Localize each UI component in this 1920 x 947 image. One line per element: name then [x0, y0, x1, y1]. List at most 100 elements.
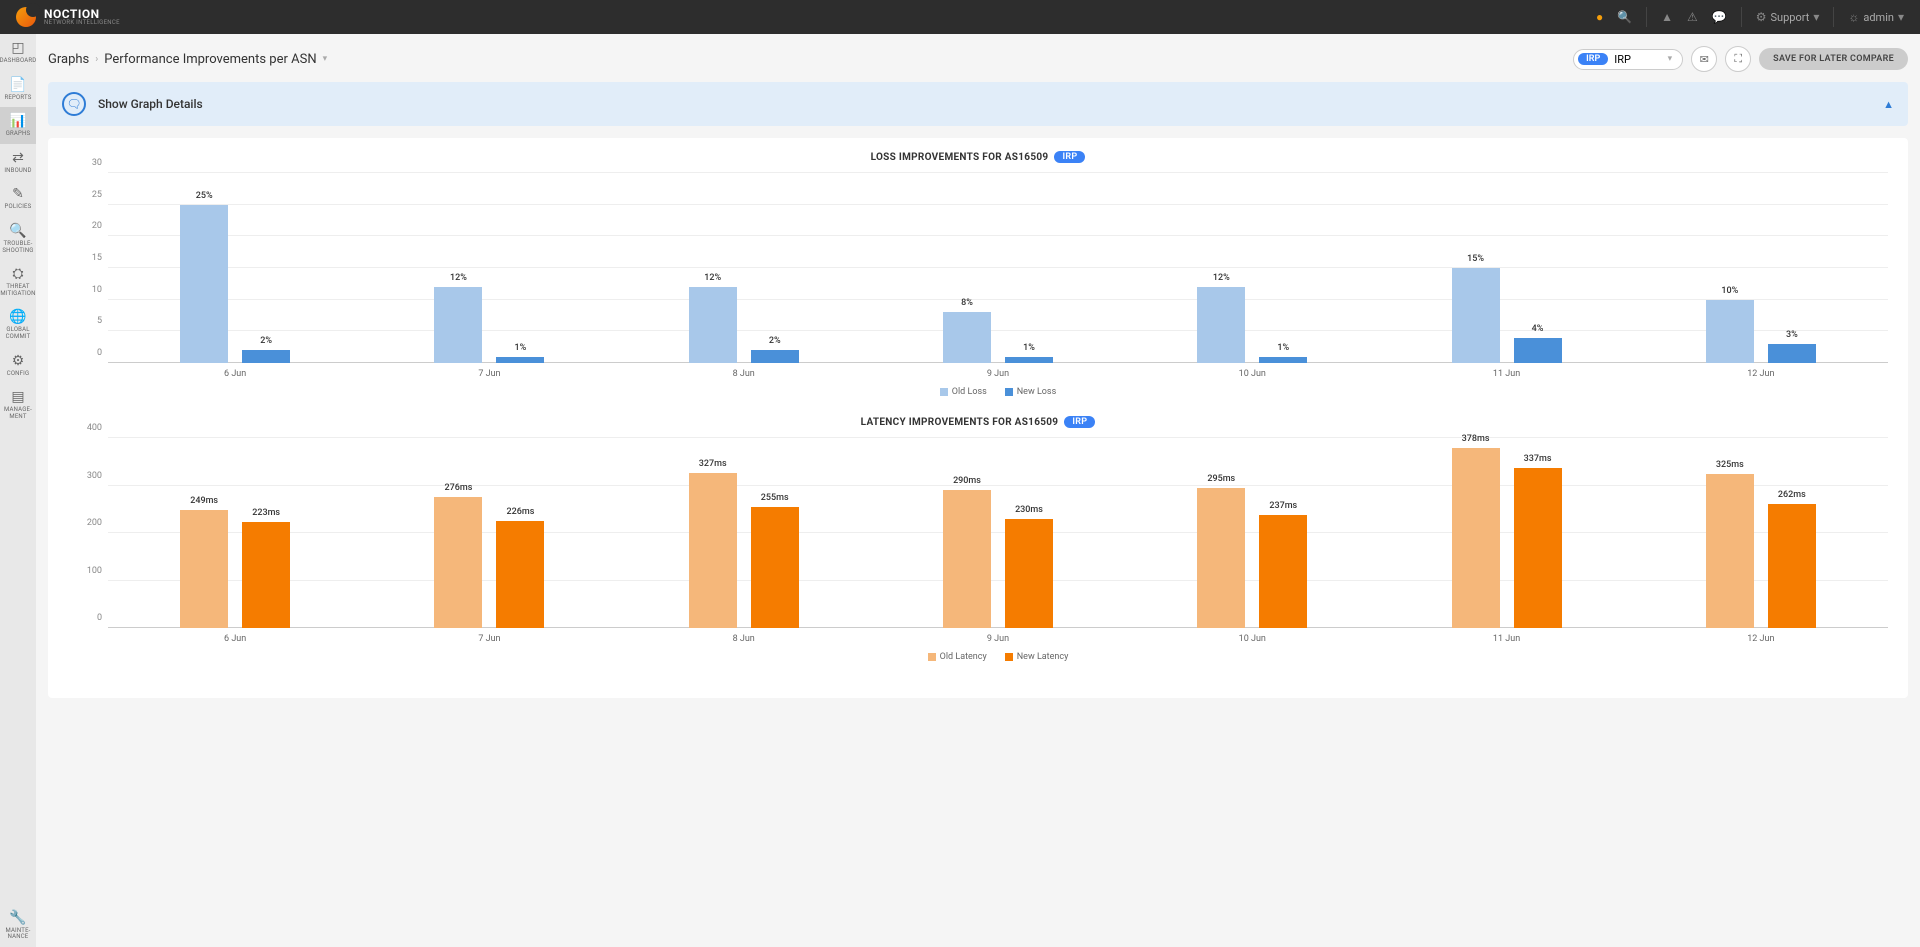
y-tick: 0	[97, 613, 102, 623]
sidebar-item-maintenance[interactable]: 🔧MAINTE- NANCE	[0, 904, 36, 947]
legend-item: Old Latency	[928, 652, 987, 662]
crumb-root[interactable]: Graphs	[48, 52, 89, 67]
chevron-down-icon[interactable]: ▾	[323, 54, 328, 64]
bar-group: 12%1%	[362, 173, 616, 363]
chevron-right-icon: ›	[95, 54, 98, 65]
x-label: 8 Jun	[617, 634, 871, 644]
bar-value-label: 249ms	[190, 496, 218, 506]
support-menu[interactable]: ⚙ Support ▾	[1756, 10, 1820, 24]
sidebar-item-graphs[interactable]: 📊GRAPHS	[0, 107, 36, 144]
irp-selector[interactable]: IRP IRP ▾	[1573, 49, 1683, 70]
chart-title: LOSS IMPROVEMENTS FOR AS16509IRP	[68, 152, 1888, 163]
legend-label: New Latency	[1017, 652, 1069, 662]
logo-block: NOCTION NETWORK INTELLIGENCE	[16, 7, 120, 27]
alert-icon-1[interactable]: ▲	[1661, 10, 1673, 24]
mail-button[interactable]: ✉	[1691, 46, 1717, 72]
y-tick: 400	[87, 423, 102, 433]
bar-value-label: 1%	[1023, 343, 1035, 353]
sidebar-item-dashboard[interactable]: ◰DASHBOARD	[0, 34, 36, 71]
y-tick: 100	[87, 566, 102, 576]
bar-group: 295ms237ms	[1125, 438, 1379, 628]
bar-group: 12% 1%	[1125, 173, 1379, 363]
bar-value-label: 325ms	[1716, 460, 1744, 470]
charts-card: LOSS IMPROVEMENTS FOR AS16509IRP05101520…	[48, 138, 1908, 698]
x-label: 11 Jun	[1379, 634, 1633, 644]
y-tick: 30	[92, 158, 102, 168]
chat-icon[interactable]: 💬	[1712, 10, 1727, 24]
bell-icon[interactable]: ●	[1596, 10, 1603, 24]
chevron-up-icon[interactable]: ▲	[1883, 98, 1894, 111]
legend-item: New Latency	[1005, 652, 1069, 662]
sidebar-item-policies[interactable]: ✎POLICIES	[0, 180, 36, 217]
bar-group: 12%2%	[617, 173, 871, 363]
legend-label: Old Latency	[940, 652, 987, 662]
sidebar-item-threat[interactable]: ⛭THREAT MITIGATION	[0, 260, 36, 303]
legend-swatch	[940, 388, 948, 396]
graph-details-banner[interactable]: 🗨 Show Graph Details ▲	[48, 82, 1908, 126]
bar: 12%	[689, 287, 737, 363]
bar-value-label: 1%	[1277, 343, 1289, 353]
bar-chart-icon: 📊	[9, 113, 26, 129]
bar: 337ms	[1514, 468, 1562, 628]
bar-value-label: 262ms	[1778, 490, 1806, 500]
bar-value-label: 295ms	[1207, 474, 1235, 484]
chevron-down-icon: ▾	[1813, 10, 1819, 24]
x-label: 9 Jun	[871, 634, 1125, 644]
legend-swatch	[1005, 653, 1013, 661]
sidebar-item-management[interactable]: ▤MANAGE- MENT	[0, 383, 36, 426]
legend-label: Old Loss	[952, 387, 987, 397]
magnifier-icon: 🔍	[9, 223, 26, 239]
bar: 1%	[496, 357, 544, 363]
bar-value-label: 15%	[1467, 254, 1484, 264]
bar-value-label: 337ms	[1524, 454, 1552, 464]
irp-pill: IRP	[1054, 151, 1085, 163]
legend: Old LossNew Loss	[108, 387, 1888, 397]
x-label: 7 Jun	[362, 634, 616, 644]
sidebar-item-inbound[interactable]: ⇄INBOUND	[0, 144, 36, 181]
x-label: 11 Jun	[1379, 369, 1633, 379]
y-tick: 0	[97, 348, 102, 358]
topbar-right: IRP IRP ▾ ✉ ⛶ SAVE FOR LATER COMPARE	[1573, 46, 1908, 72]
x-label: 10 Jun	[1125, 634, 1379, 644]
top-header: NOCTION NETWORK INTELLIGENCE ● 🔍 ▲ ⚠ 💬 ⚙…	[0, 0, 1920, 34]
sidebar-item-config[interactable]: ⚙CONFIG	[0, 347, 36, 384]
wrench-icon: 🔧	[9, 910, 26, 926]
search-icon[interactable]: 🔍	[1617, 10, 1632, 24]
bar: 255ms	[751, 507, 799, 628]
bar-value-label: 8%	[961, 298, 973, 308]
chevron-down-icon: ▾	[1898, 10, 1904, 24]
expand-button[interactable]: ⛶	[1725, 46, 1751, 72]
x-label: 9 Jun	[871, 369, 1125, 379]
bar-value-label: 2%	[260, 336, 272, 346]
bar-value-label: 223ms	[252, 508, 280, 518]
bar-group: 325ms 262ms	[1634, 438, 1888, 628]
irp-pill: IRP	[1064, 416, 1095, 428]
envelope-icon: ✉	[1700, 53, 1709, 66]
separator	[1646, 7, 1647, 27]
user-icon: ☼	[1848, 10, 1859, 24]
bar: 295ms	[1197, 488, 1245, 628]
bar: 12%	[1197, 287, 1245, 363]
sidebar-item-global[interactable]: 🌐GLOBAL COMMIT	[0, 303, 36, 346]
legend-item: Old Loss	[940, 387, 987, 397]
chart: 05101520253025%2%12%1%12%2%8%1%12%1%15%4…	[68, 173, 1888, 397]
y-tick: 10	[92, 285, 102, 295]
bar: 2%	[242, 350, 290, 363]
support-icon: ⚙	[1756, 10, 1767, 24]
bar-value-label: 25%	[196, 191, 213, 201]
user-menu[interactable]: ☼ admin ▾	[1848, 10, 1904, 24]
globe-icon: 🌐	[9, 309, 26, 325]
bar-group: 276ms226ms	[362, 438, 616, 628]
x-label: 8 Jun	[617, 369, 871, 379]
shield-icon: ⛭	[12, 266, 23, 282]
sidebar-item-reports[interactable]: 📄REPORTS	[0, 71, 36, 108]
legend-swatch	[1005, 388, 1013, 396]
separator	[1741, 7, 1742, 27]
sidebar-item-troubleshooting[interactable]: 🔍TROUBLE- SHOOTING	[0, 217, 36, 260]
x-label: 12 Jun	[1634, 634, 1888, 644]
save-button[interactable]: SAVE FOR LATER COMPARE	[1759, 48, 1908, 70]
bar: 276ms	[434, 497, 482, 628]
alert-icon-2[interactable]: ⚠	[1687, 10, 1698, 24]
bar-value-label: 276ms	[445, 483, 473, 493]
document-icon: 📄	[9, 77, 26, 93]
